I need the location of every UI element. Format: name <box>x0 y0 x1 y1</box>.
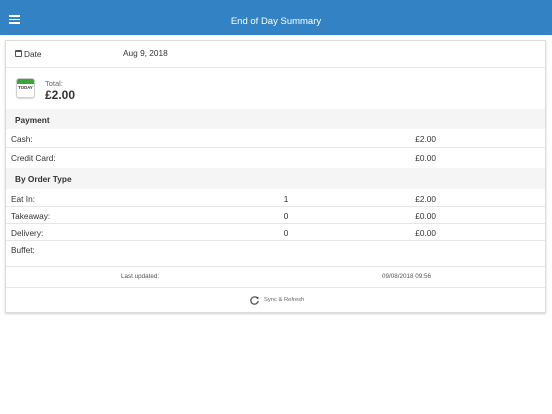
payment-row-cash: Cash: £2.00 <box>6 129 545 148</box>
order-type-section-header: By Order Type <box>6 168 545 189</box>
page-title: End of Day Summary <box>230 16 322 27</box>
sync-refresh-button[interactable]: Sync & Refresh <box>6 293 545 309</box>
order-type-amount: £0.00 <box>415 228 436 238</box>
last-updated-value: 09/08/2018 09:56 <box>382 273 432 280</box>
summary-card: Date Aug 9, 2018 TODAY Total: £2.00 Paym… <box>5 40 546 313</box>
order-type-qty: 0 <box>283 211 289 221</box>
today-calendar-icon: TODAY <box>16 78 35 98</box>
sync-refresh-label: Sync & Refresh <box>264 297 305 303</box>
date-label: Date <box>24 49 42 59</box>
total-value: £2.00 <box>45 88 76 102</box>
order-type-row-takeaway: Takeaway: 0 £0.00 <box>6 207 545 224</box>
last-updated-row: Last updated: 09/08/2018 09:56 <box>6 267 545 288</box>
payment-row-credit-card: Credit Card: £0.00 <box>6 148 545 168</box>
order-type-label: Delivery: <box>11 228 44 238</box>
order-type-amount: £2.00 <box>415 194 436 204</box>
order-type-label: Eat In: <box>11 194 35 204</box>
payment-label: Credit Card: <box>11 153 56 163</box>
date-value: Aug 9, 2018 <box>123 48 168 58</box>
order-type-amount: £0.00 <box>415 211 436 221</box>
order-type-row-eat-in: Eat In: 1 £2.00 <box>6 189 545 207</box>
order-type-label: Buffet: <box>11 245 35 255</box>
navbar: End of Day Summary <box>0 0 552 35</box>
payment-amount: £0.00 <box>415 153 436 163</box>
order-type-row-buffet: Buffet: <box>6 241 545 267</box>
payment-section-header: Payment <box>6 109 545 129</box>
order-type-label: Takeaway: <box>11 211 51 221</box>
calendar-icon <box>15 50 22 57</box>
last-updated-label: Last updated: <box>121 273 160 280</box>
total-label: Total: <box>45 79 63 88</box>
total-row: TODAY Total: £2.00 <box>6 68 545 109</box>
payment-label: Cash: <box>11 134 33 144</box>
order-type-qty: 1 <box>283 194 289 204</box>
order-type-row-delivery: Delivery: 0 £0.00 <box>6 224 545 241</box>
order-type-qty: 0 <box>283 228 289 238</box>
payment-amount: £2.00 <box>415 134 436 144</box>
refresh-icon <box>250 296 259 305</box>
date-row: Date Aug 9, 2018 <box>6 41 545 68</box>
